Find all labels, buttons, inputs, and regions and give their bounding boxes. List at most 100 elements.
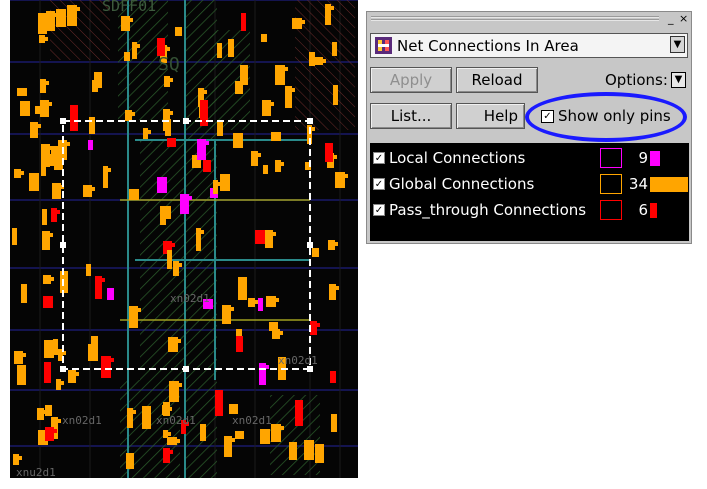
layout-drawing — [10, 0, 358, 478]
pin-shape — [89, 117, 95, 134]
layout-label-sq: SQ — [158, 54, 180, 75]
pin-shape — [334, 155, 337, 159]
pin-shape — [101, 356, 111, 378]
pin-shape — [170, 111, 173, 115]
global-color-swatch[interactable] — [600, 174, 622, 194]
pin-shape — [108, 168, 111, 172]
layout-canvas[interactable]: SDFF01 SQ xn02d1 xn02d1 xn02d1 xn02d1 xn… — [10, 0, 358, 478]
pin-shape — [142, 406, 151, 429]
list-item-pass-through[interactable]: ✓ Pass_through Connections 6 — [370, 198, 689, 222]
local-color-swatch[interactable] — [600, 148, 622, 168]
pin-shape — [217, 43, 222, 58]
reload-button[interactable]: Reload — [456, 67, 538, 93]
pin-shape — [276, 298, 279, 302]
pin-shape — [241, 13, 246, 31]
pin-shape — [260, 429, 270, 444]
close-button[interactable]: × — [679, 12, 688, 25]
pin-shape — [251, 151, 258, 166]
pin-shape — [130, 18, 133, 22]
pin-shape — [160, 206, 166, 225]
pin-shape — [240, 65, 248, 85]
list-item-local[interactable]: ✓ Local Connections 9 — [370, 146, 689, 170]
selection-handle — [307, 118, 313, 124]
pin-shape — [44, 340, 54, 358]
pin-shape — [229, 404, 238, 414]
pin-shape — [23, 353, 26, 357]
pin-shape — [68, 370, 76, 383]
pin-shape — [281, 426, 284, 430]
pin-shape — [61, 381, 64, 385]
help-button[interactable]: Help — [456, 103, 525, 129]
list-button[interactable]: List... — [370, 103, 452, 129]
pin-shape — [77, 7, 80, 11]
pin-shape — [332, 42, 337, 56]
list-item-global[interactable]: ✓ Global Connections 34 — [370, 172, 689, 196]
pin-shape — [273, 232, 276, 236]
pin-shape — [233, 133, 243, 148]
pin-shape — [137, 44, 140, 48]
pin-shape — [167, 250, 172, 269]
pin-shape — [281, 162, 284, 166]
pin-shape — [76, 372, 79, 376]
pin-shape — [215, 390, 223, 416]
pin-shape — [275, 65, 285, 85]
pin-shape — [248, 298, 255, 307]
options-menu-icon[interactable]: ▼ — [671, 72, 686, 88]
pin-shape — [262, 100, 271, 116]
pin-shape — [21, 284, 27, 303]
pin-shape — [258, 153, 261, 157]
local-checkbox[interactable]: ✓ — [373, 152, 385, 164]
pin-shape — [312, 127, 315, 131]
global-count: 34 — [628, 175, 648, 193]
pin-shape — [67, 5, 77, 26]
pin-shape — [94, 72, 102, 88]
global-checkbox[interactable]: ✓ — [373, 178, 385, 190]
pin-shape — [180, 194, 189, 214]
pin-shape — [345, 174, 348, 178]
pin-shape — [206, 141, 209, 145]
options-label[interactable]: Options: — [605, 71, 668, 89]
pin-shape — [44, 362, 51, 383]
pin-shape — [56, 379, 61, 390]
pin-shape — [255, 230, 265, 244]
pin-shape — [129, 189, 139, 200]
pin-shape — [201, 230, 204, 234]
pin-shape — [70, 105, 78, 131]
apply-button[interactable]: Apply — [370, 67, 452, 93]
selection-handle — [60, 242, 66, 248]
layout-label-xnu2d1: xnu2d1 — [16, 466, 56, 478]
pin-shape — [58, 419, 61, 423]
pin-shape — [13, 454, 19, 465]
chevron-down-icon[interactable]: ▼ — [670, 36, 685, 53]
pin-shape — [200, 100, 208, 126]
pin-shape — [220, 174, 230, 191]
pin-shape — [325, 143, 333, 162]
selection-handle — [183, 118, 189, 124]
pin-shape — [111, 358, 114, 362]
pin-shape — [127, 408, 133, 428]
minimize-button[interactable]: _ — [668, 12, 674, 25]
pin-shape — [317, 323, 320, 327]
pin-shape — [331, 6, 334, 10]
pin-shape — [54, 429, 57, 433]
pin-shape — [335, 242, 338, 246]
pin-shape — [168, 432, 171, 436]
net-connections-panel: _ × Net Connections In Area ▼ Apply Relo… — [366, 11, 692, 244]
pass-through-checkbox[interactable]: ✓ — [373, 204, 385, 216]
pin-shape — [167, 138, 176, 147]
drag-grip[interactable] — [371, 16, 659, 22]
selection-handle — [60, 118, 66, 124]
pass-through-color-swatch[interactable] — [600, 200, 622, 220]
pin-shape — [200, 424, 206, 441]
pin-shape — [126, 453, 134, 469]
pin-shape — [57, 210, 60, 214]
pin-shape — [177, 439, 180, 443]
tool-selector-dropdown[interactable]: Net Connections In Area ▼ — [370, 33, 688, 58]
pin-shape — [328, 240, 335, 250]
pin-shape — [67, 142, 70, 146]
local-label: Local Connections — [389, 149, 526, 167]
pin-shape — [41, 144, 50, 167]
pin-shape — [330, 371, 336, 383]
pin-shape — [271, 102, 274, 106]
pin-shape — [133, 410, 136, 414]
